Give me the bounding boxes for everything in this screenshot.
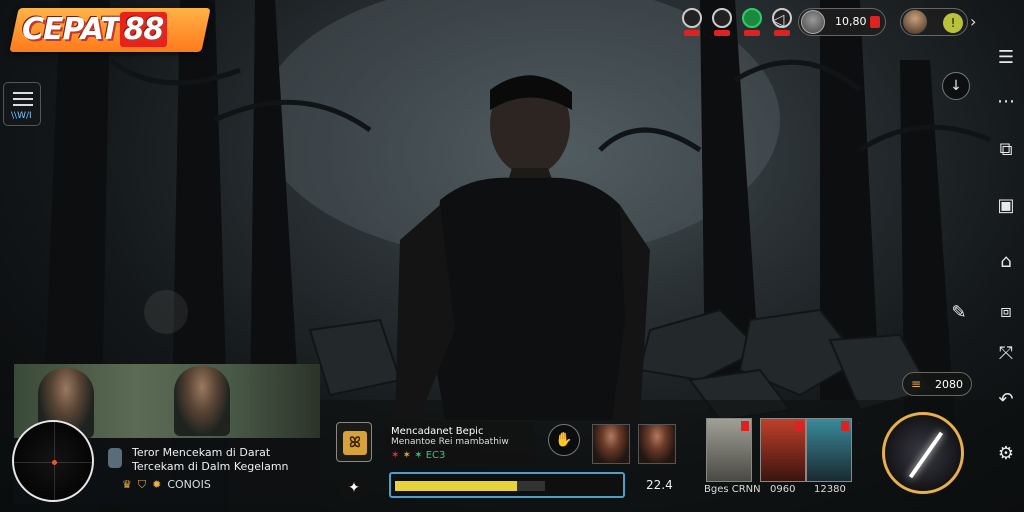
badge-icon[interactable]	[680, 8, 704, 36]
hero-card[interactable]	[806, 418, 852, 482]
mission-title: Mencadanet Bepic	[391, 426, 484, 437]
video-stats: ♛ ⛉ ✹ CONOIS	[122, 478, 211, 492]
currency-chip[interactable]: 10,80	[798, 8, 886, 36]
card-label: 0960	[770, 484, 796, 495]
logo-number: 88	[119, 12, 168, 47]
skill-slot[interactable]: ꕤ	[336, 422, 372, 462]
mission-subtitle: Menantoe Rei mambathiw	[391, 437, 509, 447]
square-icon[interactable]: ▣	[990, 192, 1022, 220]
more-icon[interactable]: ⋯	[990, 88, 1022, 116]
share-icon[interactable]: ⤧	[990, 340, 1022, 368]
player-chip[interactable]: !	[900, 8, 968, 36]
add-currency-icon[interactable]	[870, 16, 880, 28]
hero-card[interactable]	[706, 418, 752, 482]
hamburger-icon	[13, 92, 33, 110]
game-menu-button[interactable]: \\W/I	[3, 82, 41, 126]
coin-icon: ≡	[911, 377, 922, 391]
reward-1: ✶	[391, 450, 400, 461]
card-label: Bges CRNN	[704, 484, 761, 495]
resource-counter[interactable]: ≡ 2080	[902, 372, 972, 396]
video-title-line1: Teror Mencekam di Darat	[132, 446, 271, 459]
counter-value: 2080	[935, 378, 963, 391]
mission-rewards: ✶ ✶ ✶ EC3	[391, 450, 445, 461]
logo-text: CEPAT	[22, 12, 121, 47]
star-icon: ✹	[152, 478, 162, 491]
ally-portrait[interactable]	[638, 424, 676, 464]
shield-icon: ⛉	[137, 478, 147, 491]
reward-2: ✶	[402, 450, 411, 461]
attack-button[interactable]	[882, 412, 964, 494]
lock-icon[interactable]: !	[943, 13, 963, 33]
compass-icon[interactable]: ✦	[340, 474, 368, 502]
channel-badge-icon	[108, 448, 122, 468]
player-avatar	[903, 10, 927, 34]
leaf-icon[interactable]	[740, 8, 764, 36]
menu-tag: \\W/I	[11, 111, 32, 121]
menu-icon[interactable]: ☰	[990, 44, 1022, 72]
back-icon[interactable]: ↶	[990, 386, 1022, 414]
minimap[interactable]	[12, 420, 94, 502]
xp-fill	[395, 481, 517, 491]
xp-value: 22.4	[646, 478, 673, 492]
copy-icon[interactable]: ⧈	[990, 298, 1022, 326]
video-title-line2: Tercekam di Dalm Kegelamn	[132, 460, 289, 473]
joystick-area[interactable]	[144, 290, 188, 334]
badge-icon[interactable]	[710, 8, 734, 36]
pin-icon[interactable]: ✎	[944, 298, 974, 328]
reward-3: ✶ EC3	[414, 450, 446, 461]
xp-bar	[389, 472, 625, 498]
interact-button[interactable]: ✋	[548, 424, 580, 456]
download-icon[interactable]: ↓	[942, 72, 970, 100]
hero-card[interactable]	[760, 418, 806, 482]
trophy-icon: ♛	[122, 478, 132, 491]
home-icon[interactable]: ⌂	[990, 248, 1022, 276]
settings-icon[interactable]: ⚙	[990, 440, 1022, 468]
gallery-icon[interactable]: ⧉	[990, 136, 1022, 164]
card-label: 12380	[814, 484, 846, 495]
ally-portrait[interactable]	[592, 424, 630, 464]
currency-value: 10,80	[835, 15, 867, 28]
slash-icon	[908, 431, 944, 479]
chevron-right-icon[interactable]: ›	[970, 12, 976, 31]
skill-icon: ꕤ	[343, 431, 367, 455]
arrow-left-icon[interactable]: ◁	[772, 10, 784, 29]
mission-panel[interactable]: Mencadanet Bepic Menantoe Rei mambathiw …	[385, 422, 535, 464]
brand-logo: CEPAT 88	[9, 8, 211, 52]
player-marker-icon	[52, 460, 57, 465]
video-stats-text: CONOIS	[167, 478, 211, 491]
avatar	[801, 10, 825, 34]
